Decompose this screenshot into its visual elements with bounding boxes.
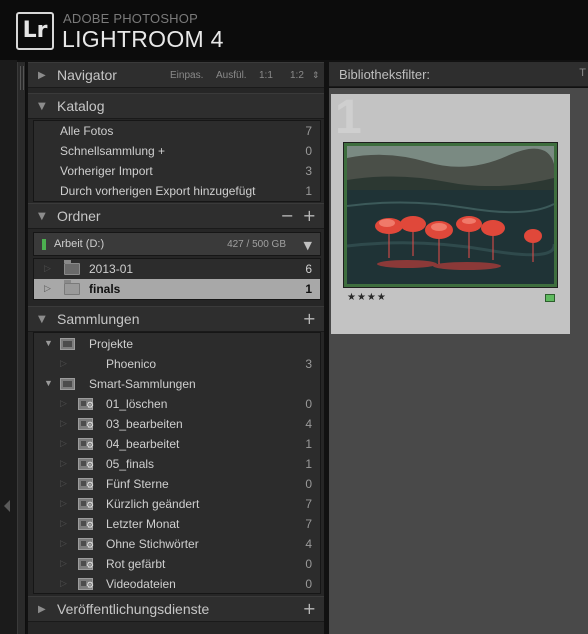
app-header: Lr ADOBE PHOTOSHOP LIGHTROOM 4 bbox=[0, 0, 588, 60]
nav-option-1-1[interactable]: 1:1 bbox=[259, 70, 273, 81]
library-filter-bar: Bibliotheksfilter: T bbox=[329, 62, 588, 87]
add-folder-button[interactable]: + bbox=[303, 206, 316, 225]
expand-triangle-icon[interactable]: ▶ bbox=[38, 71, 46, 81]
volume-name: Arbeit (D:) bbox=[54, 238, 105, 250]
collection-row[interactable]: ▷ Phoenico 3 bbox=[34, 354, 320, 374]
panel-grip[interactable] bbox=[17, 62, 26, 634]
smart-collection-icon bbox=[78, 558, 94, 570]
photo-thumbnail-flamingos[interactable] bbox=[343, 142, 558, 288]
catalog-title: Katalog bbox=[57, 98, 105, 114]
navigator-title: Navigator bbox=[57, 67, 117, 83]
collection-set-icon bbox=[60, 338, 75, 350]
volume-size: 427 / 500 GB bbox=[227, 239, 286, 250]
volume-bar[interactable]: Arbeit (D:) 427 / 500 GB ▼ bbox=[33, 232, 321, 256]
folders-header[interactable]: ▼ Ordner − + bbox=[28, 203, 324, 229]
star-rating[interactable]: ★★★★ bbox=[347, 292, 387, 303]
nav-option-fill[interactable]: Ausfül. bbox=[216, 70, 247, 81]
publish-services-header[interactable]: ▶ Veröffentlichungsdienste + bbox=[28, 596, 324, 622]
nav-zoom-updown-icon[interactable]: ⇕ bbox=[312, 70, 320, 81]
collections-header[interactable]: ▼ Sammlungen + bbox=[28, 306, 324, 332]
smart-collection-row[interactable]: ▷ Ohne Stichwörter 4 bbox=[34, 534, 320, 554]
folder-expand-icon[interactable]: ▷ bbox=[44, 264, 51, 273]
catalog-header[interactable]: ▼ Katalog bbox=[28, 93, 324, 119]
smart-collection-row[interactable]: ▷ 05_finals 1 bbox=[34, 454, 320, 474]
grid-view: 1 ★★★★ bbox=[329, 88, 588, 634]
set-collapse-icon[interactable]: ▼ bbox=[44, 379, 53, 388]
folder-item[interactable]: ▷ 2013-01 6 bbox=[34, 259, 320, 279]
smart-collection-icon bbox=[78, 578, 94, 590]
catalog-item[interactable]: Vorheriger Import 3 bbox=[34, 161, 320, 181]
collapse-left-arrow-icon[interactable] bbox=[4, 500, 10, 512]
brand-title: LIGHTROOM 4 bbox=[62, 26, 224, 52]
collections-title: Sammlungen bbox=[57, 311, 140, 327]
grip-line bbox=[23, 66, 24, 90]
smart-collection-icon bbox=[78, 458, 94, 470]
left-panel-edge[interactable] bbox=[0, 60, 17, 634]
add-publish-service-button[interactable]: + bbox=[303, 599, 316, 618]
grid-cell[interactable]: 1 ★★★★ bbox=[331, 91, 570, 334]
smart-collection-icon bbox=[78, 418, 94, 430]
smart-collection-row[interactable]: ▷ 03_bearbeiten 4 bbox=[34, 414, 320, 434]
smart-collection-row[interactable]: ▷ Videodateien 0 bbox=[34, 574, 320, 594]
smart-collection-row[interactable]: ▷ Rot gefärbt 0 bbox=[34, 554, 320, 574]
expand-triangle-icon[interactable]: ▶ bbox=[38, 605, 46, 615]
folder-item-selected[interactable]: ▷ finals 1 bbox=[34, 279, 320, 299]
collapse-triangle-icon[interactable]: ▼ bbox=[38, 102, 46, 112]
nav-option-1-2[interactable]: 1:2 bbox=[290, 70, 304, 81]
smart-collection-set-icon bbox=[60, 378, 75, 390]
flamingo-image bbox=[347, 146, 554, 284]
collection-expand-icon: ▷ bbox=[60, 358, 67, 368]
smart-collection-row[interactable]: ▷ Fünf Sterne 0 bbox=[34, 474, 320, 494]
filter-option-text[interactable]: T bbox=[579, 67, 586, 79]
brand-subtitle: ADOBE PHOTOSHOP bbox=[63, 11, 198, 26]
folders-list: ▷ 2013-01 6 ▷ finals 1 bbox=[33, 258, 321, 300]
catalog-list: Alle Fotos 7 Schnellsammlung + 0 Vorheri… bbox=[33, 120, 321, 202]
smart-collection-icon bbox=[78, 518, 94, 530]
smart-collection-row[interactable]: ▷ Kürzlich geändert 7 bbox=[34, 494, 320, 514]
collection-set-row[interactable]: ▼ Smart-Sammlungen bbox=[34, 374, 320, 394]
set-collapse-icon[interactable]: ▼ bbox=[44, 339, 53, 348]
publish-services-title: Veröffentlichungsdienste bbox=[57, 601, 210, 617]
nav-option-fit[interactable]: Einpas. bbox=[170, 70, 203, 81]
left-panel: ▶ Navigator Einpas. Ausfül. 1:1 1:2 ⇕ ▼ … bbox=[28, 62, 324, 634]
folder-expand-icon[interactable]: ▷ bbox=[44, 284, 51, 293]
smart-collection-row[interactable]: ▷ 01_löschen 0 bbox=[34, 394, 320, 414]
catalog-item[interactable]: Schnellsammlung + 0 bbox=[34, 141, 320, 161]
folders-title: Ordner bbox=[57, 208, 101, 224]
folder-icon bbox=[64, 280, 80, 295]
library-filter-title: Bibliotheksfilter: bbox=[339, 67, 431, 82]
smart-collection-icon bbox=[78, 438, 94, 450]
smart-collection-row[interactable]: ▷ Letzter Monat 7 bbox=[34, 514, 320, 534]
grip-line bbox=[20, 66, 21, 90]
folder-icon bbox=[64, 260, 80, 275]
lightroom-logo: Lr bbox=[16, 12, 54, 50]
grid-cell-index: 1 bbox=[335, 91, 362, 144]
remove-folder-button[interactable]: − bbox=[281, 206, 294, 225]
collapse-triangle-icon[interactable]: ▼ bbox=[38, 315, 46, 325]
catalog-item[interactable]: Alle Fotos 7 bbox=[34, 121, 320, 141]
navigator-header[interactable]: ▶ Navigator Einpas. Ausfül. 1:1 1:2 ⇕ bbox=[28, 62, 324, 88]
smart-collection-icon bbox=[78, 398, 94, 410]
smart-collection-row[interactable]: ▷ 04_bearbeitet 1 bbox=[34, 434, 320, 454]
collections-list: ▼ Projekte ▷ Phoenico 3 ▼ Smart-Sammlung… bbox=[33, 332, 321, 594]
color-label-icon[interactable] bbox=[545, 294, 555, 302]
collapse-triangle-icon[interactable]: ▼ bbox=[38, 212, 46, 222]
catalog-item[interactable]: Durch vorherigen Export hinzugefügt 1 bbox=[34, 181, 320, 201]
smart-collection-icon bbox=[78, 538, 94, 550]
smart-collection-icon bbox=[78, 498, 94, 510]
smart-collection-icon bbox=[78, 478, 94, 490]
volume-status-led bbox=[42, 239, 46, 250]
collection-set-row[interactable]: ▼ Projekte bbox=[34, 334, 320, 354]
volume-dropdown-icon[interactable]: ▼ bbox=[304, 240, 312, 251]
add-collection-button[interactable]: + bbox=[303, 309, 316, 328]
